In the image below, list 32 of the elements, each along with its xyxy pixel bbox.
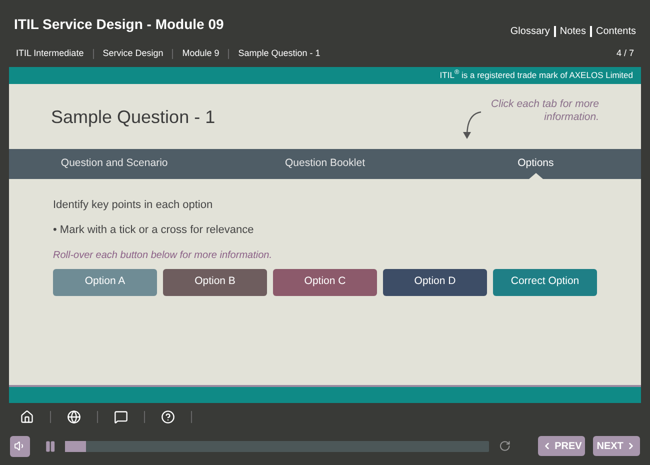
tab[interactable]: Question Booklet: [220, 148, 430, 178]
hint-text: Click each tab for more information.: [490, 98, 599, 124]
page-counter: 4 / 7: [616, 47, 634, 60]
note-text: Roll-over each button below for more information.: [53, 248, 273, 262]
option-button[interactable]: Option C: [273, 268, 377, 296]
breadcrumb-item: ITIL Intermediate: [16, 47, 84, 60]
option-button[interactable]: Option B: [163, 268, 267, 296]
globe-icon[interactable]: [67, 410, 81, 424]
tab[interactable]: Options: [430, 148, 642, 178]
help-icon[interactable]: [161, 410, 175, 424]
replay-icon[interactable]: [498, 440, 510, 452]
pause-icon[interactable]: [44, 440, 58, 452]
curved-arrow-icon: [461, 110, 483, 140]
option-button[interactable]: Correct Option: [493, 268, 597, 296]
intro-text: Identify key points in each option: [53, 198, 214, 212]
option-button[interactable]: Option D: [383, 268, 487, 296]
header-link[interactable]: Notes: [560, 24, 586, 39]
page-heading: Sample Question - 1: [51, 106, 216, 129]
bullet-text: • Mark with a tick or a cross for relevance: [53, 223, 255, 238]
tab[interactable]: Question and Scenario: [9, 148, 220, 178]
breadcrumb-item: Service Design: [102, 47, 164, 60]
trademark-text: ITIL$^{®}$ is a registered trade mark of AXELOS Limited: [440, 68, 633, 82]
home-icon[interactable]: [20, 410, 34, 424]
header-link[interactable]: Contents: [596, 24, 636, 39]
volume-button[interactable]: [10, 436, 30, 456]
chat-icon[interactable]: [114, 410, 128, 424]
progress-track[interactable]: [65, 440, 489, 452]
option-button[interactable]: Option A: [53, 268, 157, 296]
breadcrumb-item: Sample Question - 1: [238, 47, 320, 60]
course-title: ITIL Service Design - Module 09: [14, 15, 224, 34]
breadcrumb-item: Module 9: [182, 47, 220, 60]
header-link[interactable]: Glossary: [510, 24, 550, 39]
